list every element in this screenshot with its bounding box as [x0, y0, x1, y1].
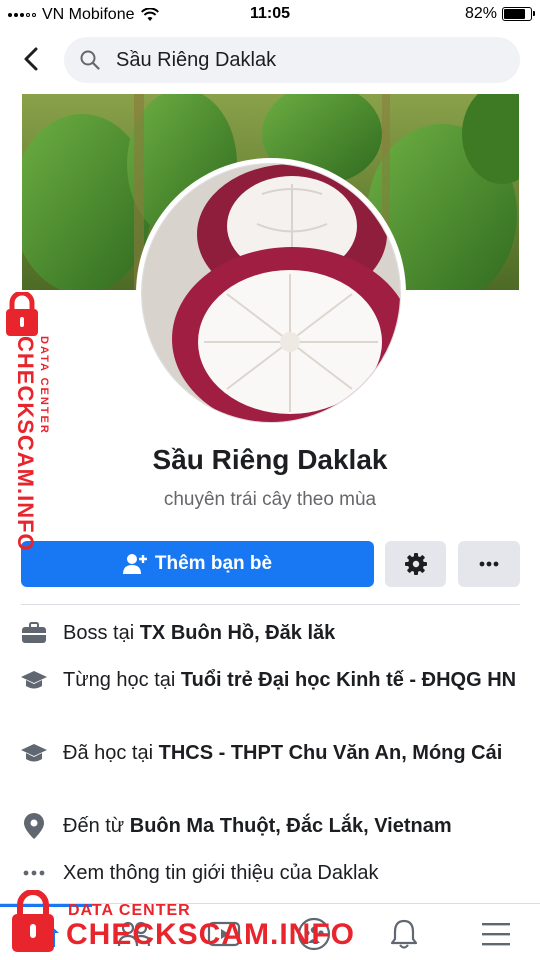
- info-item-education-2: Đã học tại THCS - THPT Chu Văn An, Móng …: [21, 740, 526, 766]
- info-prefix: Boss tại: [63, 622, 140, 644]
- info-item-hometown: Đến từ Buôn Ma Thuột, Đắc Lắk, Vietnam: [21, 813, 526, 839]
- watermark-side-text: DATA CENTER CHECKSCAM.INFO: [12, 336, 50, 566]
- lock-icon: [6, 292, 38, 336]
- header: Sầu Riêng Daklak: [0, 30, 540, 92]
- gear-icon: [404, 553, 427, 575]
- watermark-side: DATA CENTER CHECKSCAM.INFO: [2, 292, 58, 552]
- status-bar: VN Mobifone 11:05 82%: [0, 0, 540, 30]
- info-prefix: Đã học tại: [63, 742, 159, 764]
- profile-bio: chuyên trái cây theo mùa: [163, 489, 377, 510]
- add-friend-label: Thêm bạn bè: [154, 553, 273, 574]
- battery-percent: 82%: [464, 5, 497, 22]
- info-item-education-1: Từng học tại Tuổi trẻ Đại học Kinh tế - …: [21, 667, 526, 693]
- lock-icon: [12, 890, 54, 952]
- more-button[interactable]: [458, 541, 520, 587]
- graduation-cap-icon: [21, 667, 47, 693]
- bell-icon: [390, 919, 418, 949]
- avatar-image: [141, 163, 401, 423]
- info-value[interactable]: Tuổi trẻ Đại học Kinh tế - ĐHQG HN: [181, 669, 516, 691]
- status-right: 82%: [464, 5, 535, 23]
- watermark-big-text: CHECKSCAM.INFO: [66, 918, 355, 951]
- status-time: 11:05: [249, 5, 291, 22]
- info-prefix: Từng học tại: [63, 669, 181, 691]
- info-value[interactable]: THCS - THPT Chu Văn An, Móng Cái: [159, 742, 503, 764]
- info-prefix: Đến từ: [63, 815, 130, 837]
- search-icon: [80, 50, 100, 70]
- nav-menu[interactable]: [478, 916, 514, 952]
- location-pin-icon: [21, 813, 47, 839]
- dots-icon: [21, 860, 47, 886]
- info-value[interactable]: TX Buôn Hồ, Đăk lăk: [140, 622, 336, 644]
- see-about-link[interactable]: Xem thông tin giới thiệu của Daklak: [21, 860, 526, 886]
- settings-button[interactable]: [385, 541, 446, 587]
- search-value: Sầu Riêng Daklak: [116, 48, 277, 71]
- profile-name: Sầu Riêng Daklak: [152, 444, 388, 475]
- watermark-small-text: DATA CENTER: [38, 336, 50, 435]
- add-person-icon: [122, 554, 147, 574]
- info-item-work: Boss tại TX Buôn Hồ, Đăk lăk: [21, 620, 526, 646]
- briefcase-icon: [21, 620, 47, 646]
- battery-icon: [502, 7, 535, 21]
- nav-notifications[interactable]: [386, 916, 422, 952]
- graduation-cap-icon: [21, 740, 47, 766]
- watermark-big-text: CHECKSCAM.INFO: [13, 336, 38, 552]
- more-icon: [479, 561, 499, 567]
- divider: [21, 604, 520, 605]
- menu-icon: [482, 923, 510, 946]
- chevron-left-icon[interactable]: [18, 44, 44, 74]
- see-about-label: Xem thông tin giới thiệu của Daklak: [63, 862, 379, 884]
- profile-avatar[interactable]: [136, 158, 406, 428]
- profile-actions: Thêm bạn bè: [21, 541, 520, 587]
- info-value[interactable]: Buôn Ma Thuột, Đắc Lắk, Vietnam: [130, 815, 452, 837]
- search-input[interactable]: Sầu Riêng Daklak: [64, 37, 520, 83]
- add-friend-button[interactable]: Thêm bạn bè: [21, 541, 374, 587]
- battery-fill: [504, 9, 526, 19]
- watermark-bottom: DATA CENTER CHECKSCAM.INFO: [10, 886, 354, 960]
